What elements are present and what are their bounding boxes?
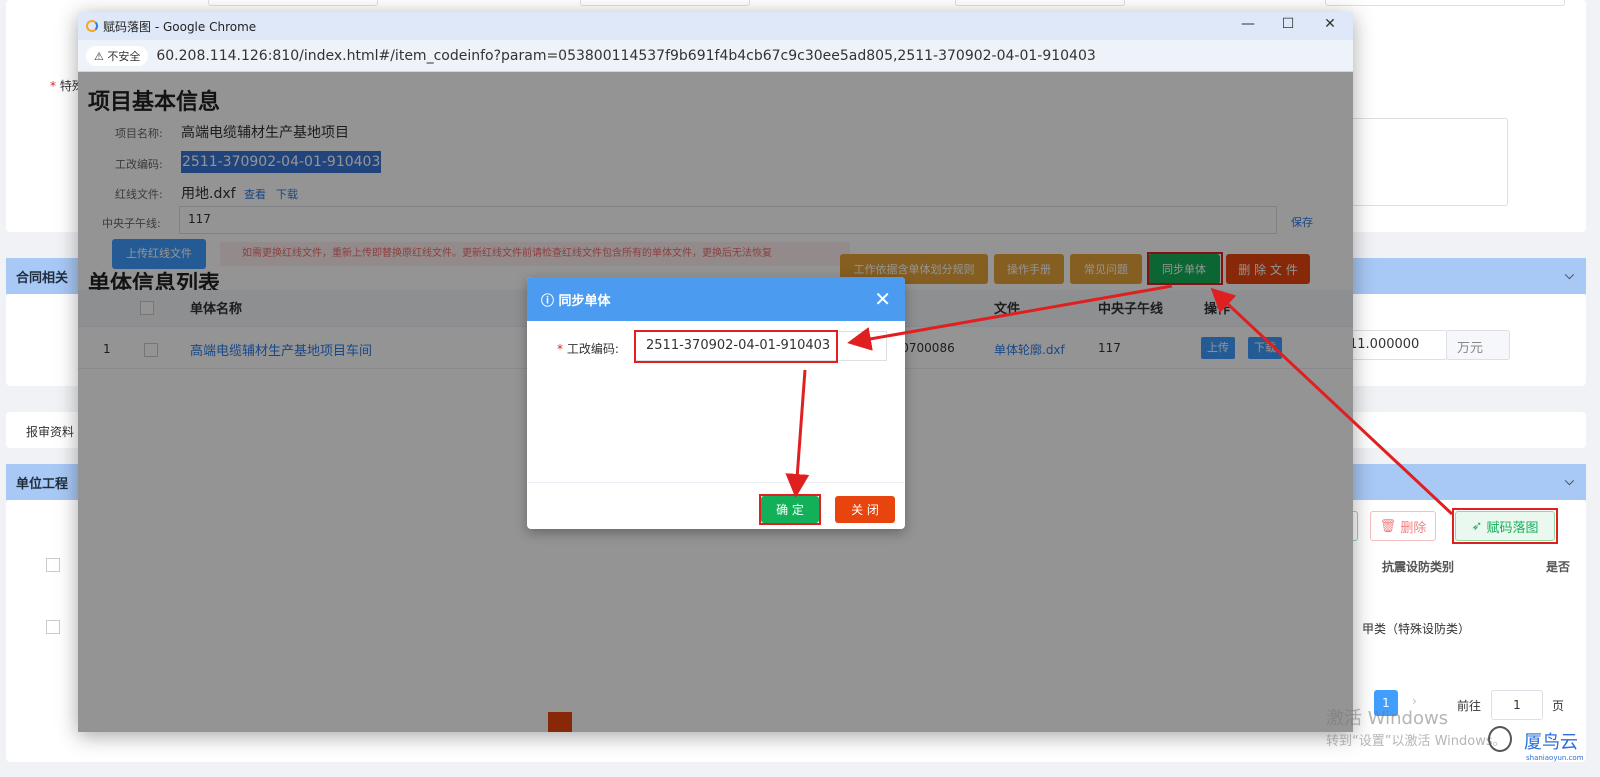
activate-windows-sub: 转到“设置”以激活 Windows。	[1326, 734, 1506, 749]
arrow-from-sync-to-input	[847, 284, 1173, 351]
activate-windows-title: 激活 Windows	[1326, 708, 1449, 729]
watermark-logo-icon	[1488, 726, 1512, 752]
arrow-from-code-map-to-sync	[1210, 287, 1454, 516]
annotation-arrows	[785, 284, 1454, 516]
watermark-name: 厦鸟云	[1524, 732, 1578, 753]
watermark-sub: shaniaoyun.com	[1526, 754, 1584, 762]
arrow-from-input-to-confirm	[785, 369, 810, 498]
